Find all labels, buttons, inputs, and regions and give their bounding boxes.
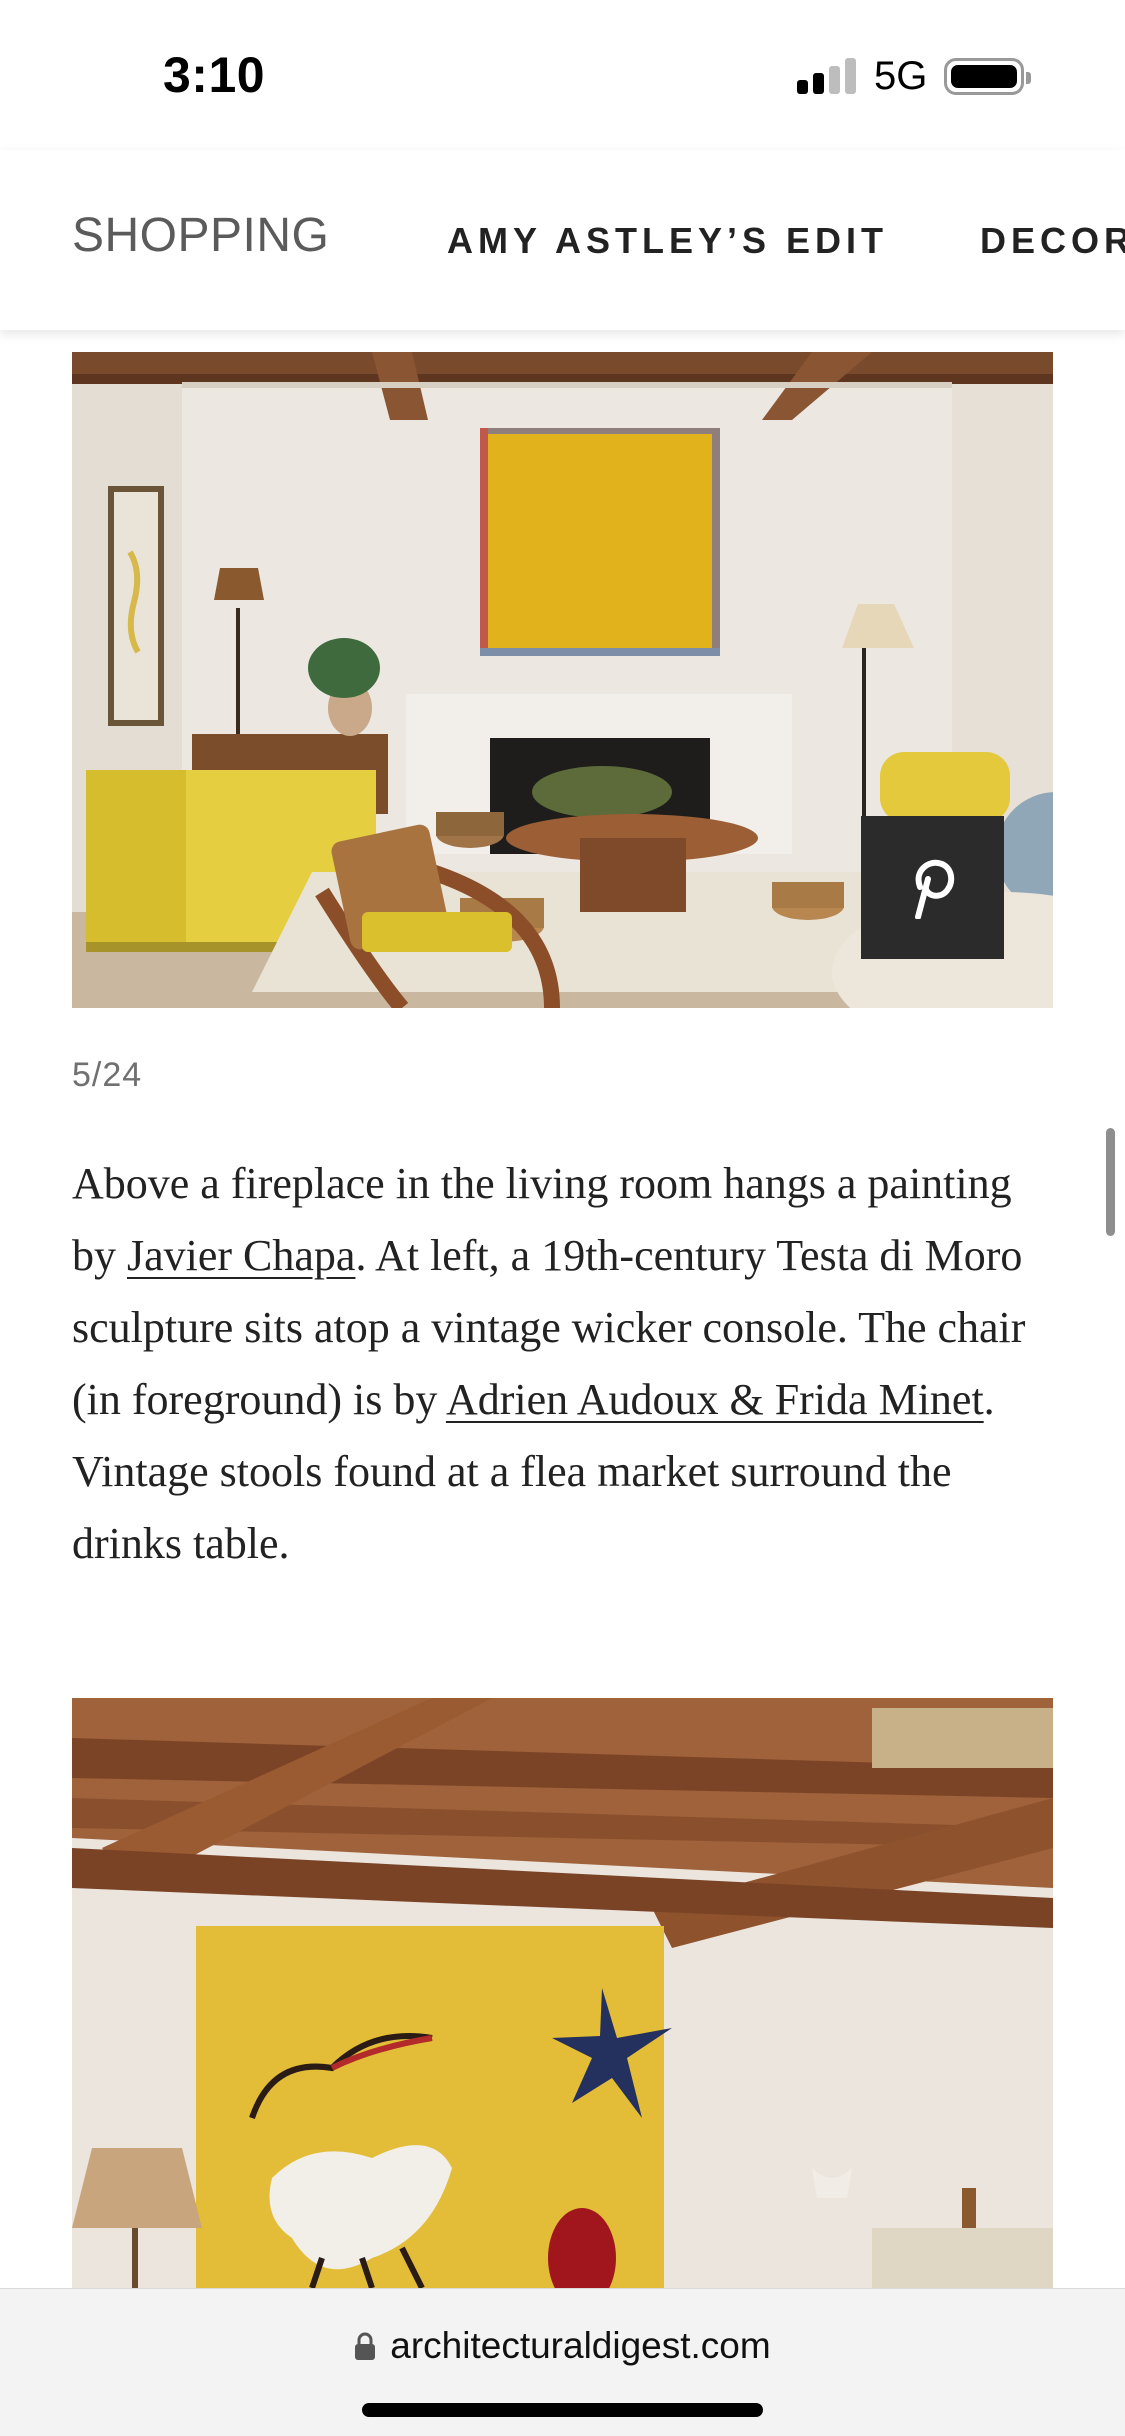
network-type: 5G xyxy=(874,54,928,98)
status-time: 3:10 xyxy=(163,47,266,103)
address-bar[interactable]: architecturaldigest.com xyxy=(0,2325,1125,2367)
status-bar: 3:10 5G xyxy=(0,0,1125,150)
lock-icon xyxy=(355,2332,376,2360)
battery-icon xyxy=(944,58,1031,95)
slide-image[interactable] xyxy=(72,1698,1053,2288)
caption-link-adrien-audoux-frida-minet[interactable]: Adrien Audoux & Frida Minet xyxy=(446,1375,984,1424)
nav-item-amy-astleys-edit[interactable]: AMY ASTLEY’S EDIT xyxy=(447,220,888,262)
url-text: architecturaldigest.com xyxy=(390,2325,771,2366)
pinterest-save-button[interactable] xyxy=(861,816,1004,959)
caption-link-javier-chapa[interactable]: Javier Chapa xyxy=(127,1231,355,1280)
home-indicator[interactable] xyxy=(362,2403,763,2417)
slide-counter: 5/24 xyxy=(72,1056,143,1094)
nav-item-decor[interactable]: DECOR xyxy=(980,220,1125,262)
browser-bottom-bar: architecturaldigest.com xyxy=(0,2288,1125,2436)
nav-item-shopping[interactable]: SHOPPING xyxy=(72,208,329,263)
cellular-signal-icon xyxy=(797,58,857,94)
pinterest-icon xyxy=(914,859,954,919)
slide-caption: Above a fireplace in the living room han… xyxy=(72,1148,1062,1580)
scrollbar[interactable] xyxy=(1106,1128,1115,1236)
section-nav: SHOPPING AMY ASTLEY’S EDIT DECOR xyxy=(0,150,1125,330)
